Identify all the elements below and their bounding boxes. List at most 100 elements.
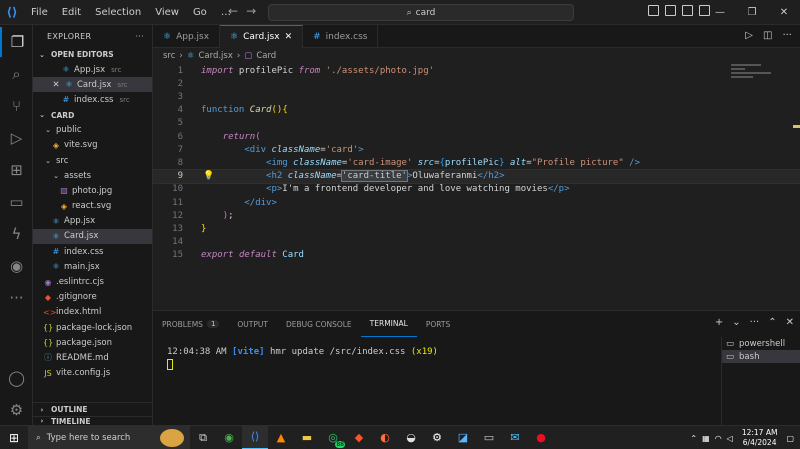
terminal-instance-powershell[interactable]: ▭ powershell (722, 337, 800, 350)
open-editor-item[interactable]: ✕ ⚛ Card.jsx src (33, 77, 152, 93)
outline-section[interactable]: › OUTLINE (33, 402, 153, 416)
terminal-cursor[interactable] (167, 359, 173, 370)
volume-icon[interactable]: ◁ (727, 434, 733, 443)
panel-tab-terminal[interactable]: TERMINAL (360, 311, 417, 337)
file-item[interactable]: ▨ photo.jpg (33, 183, 152, 198)
github-icon[interactable]: ◉ (0, 251, 33, 281)
explorer-icon[interactable]: ❐ (0, 27, 33, 57)
chrome-icon[interactable]: ◉ (216, 426, 242, 449)
photos-icon[interactable]: ◪ (450, 426, 476, 449)
vlc-icon[interactable]: ▲ (268, 426, 294, 449)
panel-tab-debug-console[interactable]: DEBUG CONSOLE (277, 311, 361, 337)
tab-app-jsx[interactable]: ⚛ App.jsx (153, 25, 221, 48)
split-editor-icon[interactable]: ◫ (763, 30, 772, 41)
clock[interactable]: 12:17 AM 6/4/2024 (742, 428, 778, 448)
file-explorer-icon[interactable]: ▬ (294, 426, 320, 449)
more-actions-icon[interactable]: ··· (782, 30, 792, 41)
project-root-section[interactable]: ⌄ CARD (33, 108, 152, 123)
file-item[interactable]: <> index.html (33, 305, 152, 320)
wifi-icon[interactable]: ◠ (715, 434, 722, 443)
minimize-icon[interactable]: — (704, 0, 736, 25)
folder-item[interactable]: ⌄ public (33, 123, 152, 138)
file-item[interactable]: ⚛ Card.jsx (33, 228, 152, 245)
maximize-panel-icon[interactable]: ⌃ (768, 317, 776, 328)
record-icon[interactable]: ● (528, 426, 554, 449)
breadcrumb-symbol[interactable]: Card (256, 51, 276, 61)
toggle-panel-icon[interactable] (665, 5, 676, 16)
vscode-taskbar-icon[interactable]: ⟨⟩ (242, 425, 268, 449)
terminal-app-icon[interactable]: ▭ (476, 426, 502, 449)
mail-icon[interactable]: ✉ (502, 426, 528, 449)
run-icon[interactable]: ▷ (745, 30, 753, 41)
file-item[interactable]: JS vite.config.js (33, 366, 152, 381)
tab-close-icon[interactable]: ✕ (285, 32, 293, 42)
app-icon[interactable]: ◒ (398, 426, 424, 449)
forward-arrow-icon[interactable]: → (246, 4, 256, 18)
breadcrumb-file[interactable]: Card.jsx (198, 51, 232, 61)
folder-item[interactable]: ⌄ src (33, 153, 152, 168)
notifications-icon[interactable]: ▢ (786, 434, 794, 443)
menu-item-view[interactable]: View (148, 7, 186, 18)
file-item[interactable]: ⚛ main.jsx (33, 259, 152, 274)
restore-icon[interactable]: ❐ (736, 0, 768, 25)
lightbulb-icon[interactable]: 💡 (203, 171, 214, 181)
folder-item[interactable]: ⌄ assets (33, 168, 152, 183)
close-icon[interactable]: ✕ (51, 80, 61, 90)
panel-tab-problems[interactable]: PROBLEMS 1 (153, 311, 228, 337)
close-panel-icon[interactable]: ✕ (786, 317, 794, 328)
open-editor-item[interactable]: # index.css src (33, 92, 152, 107)
terminal-instance-bash[interactable]: ▭ bash (722, 350, 800, 363)
menu-item-file[interactable]: File (24, 7, 55, 18)
remote-explorer-icon[interactable]: ▭ (0, 187, 33, 217)
menu-item-edit[interactable]: Edit (55, 7, 88, 18)
source-control-icon[interactable]: ⑂ (0, 91, 33, 121)
more-icon[interactable]: ··· (0, 283, 33, 313)
open-editors-section[interactable]: ⌄ OPEN EDITORS (33, 47, 152, 62)
file-item[interactable]: ◈ vite.svg (33, 138, 152, 153)
code-editor[interactable]: 1 import profilePic from './assets/photo.… (152, 64, 800, 310)
search-icon[interactable]: ⌕ (0, 59, 33, 89)
react-icon: ⚛ (62, 65, 70, 75)
chevron-up-icon[interactable]: ⌃ (690, 434, 697, 443)
task-view-icon[interactable]: ⧉ (190, 426, 216, 449)
open-editor-item[interactable]: ⚛ App.jsx src (33, 62, 152, 77)
brave-icon[interactable]: ◆ (346, 426, 372, 449)
file-item[interactable]: ⚛ App.jsx (33, 214, 152, 229)
close-window-icon[interactable]: ✕ (768, 0, 800, 25)
panel-tab-ports[interactable]: PORTS (417, 311, 459, 337)
timeline-section[interactable]: › TIMELINE (33, 416, 153, 425)
tab-index-css[interactable]: # index.css (303, 25, 379, 48)
thunder-client-icon[interactable]: ϟ (0, 219, 33, 249)
file-item[interactable]: ◉ .eslintrc.cjs (33, 274, 152, 289)
taskbar-search[interactable]: ⌕ Type here to search (28, 425, 190, 449)
whatsapp-icon[interactable]: ◎ 88 (320, 426, 346, 449)
network-icon[interactable]: ▦ (702, 434, 710, 443)
minimap[interactable] (731, 64, 791, 104)
settings-gear-icon[interactable]: ⚙ (0, 395, 33, 425)
toggle-secondary-sidebar-icon[interactable] (682, 5, 693, 16)
command-center-search[interactable]: ⌕ card (268, 4, 574, 21)
panel-tab-output[interactable]: OUTPUT (228, 311, 277, 337)
run-debug-icon[interactable]: ▷ (0, 123, 33, 153)
file-item[interactable]: {} package-lock.json (33, 320, 152, 335)
menu-item-go[interactable]: Go (186, 7, 214, 18)
file-item[interactable]: # index.css (33, 244, 152, 259)
account-icon[interactable]: ◯ (0, 363, 33, 393)
toggle-sidebar-icon[interactable] (648, 5, 659, 16)
explorer-more-icon[interactable]: ··· (135, 32, 144, 41)
file-item[interactable]: ⓘ README.md (33, 350, 152, 365)
extensions-icon[interactable]: ⊞ (0, 155, 33, 185)
settings-icon[interactable]: ⚙ (424, 426, 450, 449)
file-item[interactable]: ◆ .gitignore (33, 290, 152, 305)
new-terminal-icon[interactable]: + (715, 317, 723, 328)
tab-card-jsx[interactable]: ⚛ Card.jsx ✕ (220, 25, 304, 48)
chevron-down-icon[interactable]: ⌄ (732, 317, 740, 328)
breadcrumb-folder[interactable]: src (163, 51, 175, 61)
windows-start-icon[interactable]: ⊞ (0, 426, 28, 449)
file-item[interactable]: ◈ react.svg (33, 199, 152, 214)
file-item[interactable]: {} package.json (33, 335, 152, 350)
menu-item-selection[interactable]: Selection (88, 7, 148, 18)
back-arrow-icon[interactable]: ← (228, 4, 238, 18)
firefox-icon[interactable]: ◐ (372, 426, 398, 449)
more-actions-icon[interactable]: ··· (750, 317, 760, 328)
